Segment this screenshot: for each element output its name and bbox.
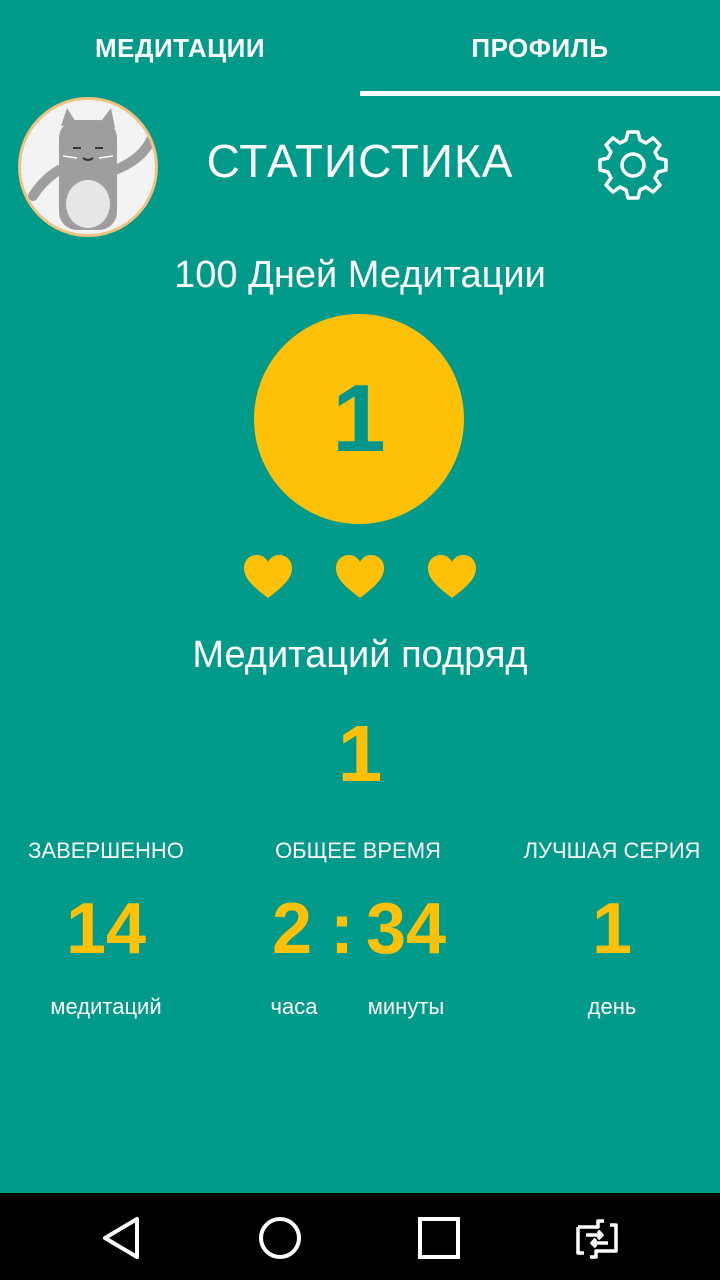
- completed-unit: медитаций: [50, 994, 162, 1019]
- total-time-header: ОБЩЕЕ ВРЕМЯ: [275, 838, 441, 863]
- streak-value: 1: [337, 709, 383, 798]
- recents-icon[interactable]: [414, 1213, 464, 1263]
- best-streak-value: 1: [591, 889, 633, 969]
- completed-header: ЗАВЕРШЕННО: [28, 838, 184, 863]
- tab-meditations[interactable]: МЕДИТАЦИИ: [0, 0, 360, 96]
- home-icon[interactable]: [255, 1213, 305, 1263]
- total-time-minutes-unit: минуты: [367, 994, 445, 1019]
- total-time-separator: :: [330, 889, 354, 969]
- streak-label: Медитаций подряд: [192, 634, 528, 676]
- avatar[interactable]: [18, 97, 158, 237]
- completed-value: 14: [65, 889, 147, 969]
- system-navbar: [0, 1193, 720, 1280]
- tab-bar: МЕДИТАЦИИ ПРОФИЛЬ: [0, 0, 720, 96]
- tab-indicator: [360, 91, 720, 96]
- total-time-minutes: 34: [365, 889, 447, 969]
- tab-profile[interactable]: ПРОФИЛЬ: [360, 0, 720, 96]
- gear-icon[interactable]: [598, 130, 668, 200]
- hearts-row: [0, 554, 720, 604]
- heart-icon: [336, 555, 384, 598]
- day-counter-circle: 1: [254, 314, 464, 524]
- page-title: СТАТИСТИКА: [206, 135, 514, 187]
- best-streak-header: ЛУЧШАЯ СЕРИЯ: [523, 838, 701, 863]
- total-time-hours-unit: часа: [270, 994, 318, 1019]
- goal-label: 100 Дней Медитации: [174, 254, 546, 296]
- heart-icon: [244, 555, 292, 598]
- back-icon[interactable]: [97, 1213, 147, 1263]
- day-counter-value: 1: [332, 365, 386, 472]
- heart-icon: [428, 555, 476, 598]
- total-time-hours: 2: [271, 889, 313, 969]
- best-streak-unit: день: [587, 994, 637, 1019]
- rotate-icon[interactable]: [572, 1213, 622, 1263]
